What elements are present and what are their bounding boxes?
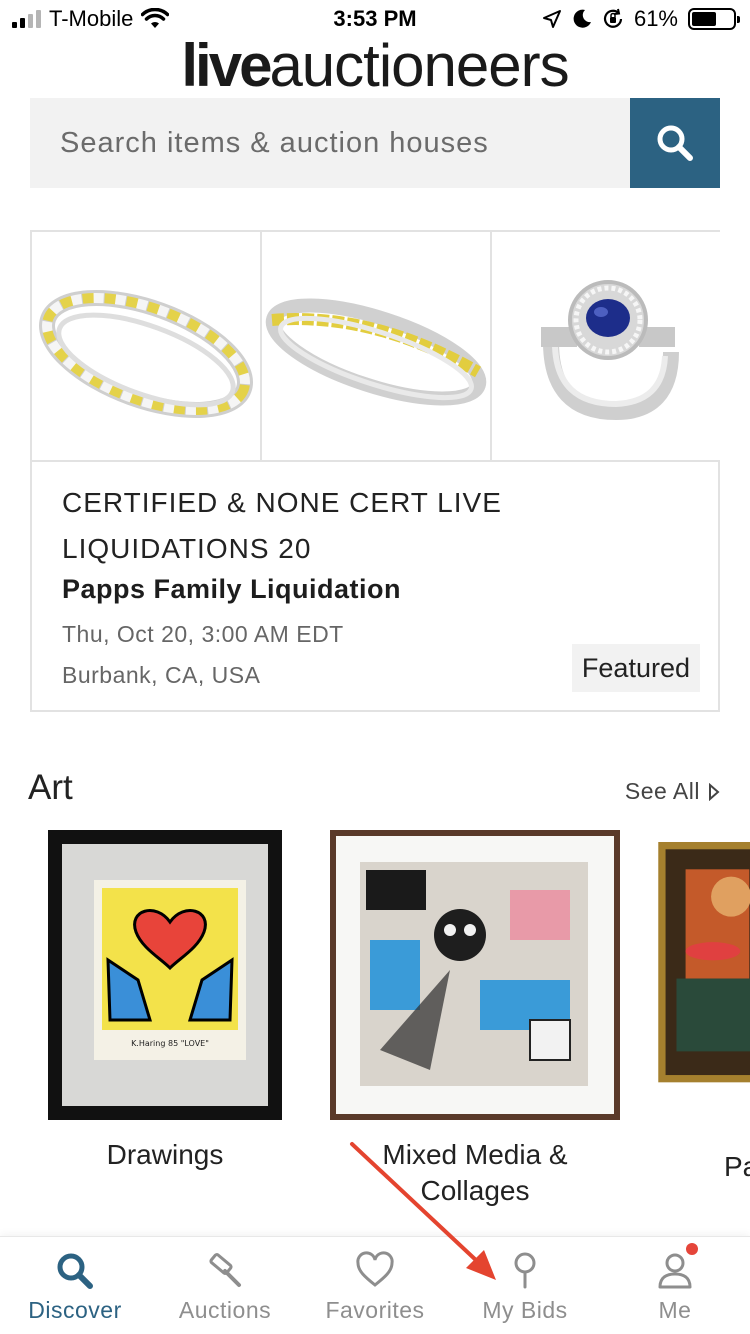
nav-item-me[interactable]: Me bbox=[600, 1237, 750, 1334]
auction-thumbnail[interactable] bbox=[492, 232, 720, 460]
nav-item-my-bids[interactable]: My Bids bbox=[450, 1237, 600, 1334]
category-card-paintings[interactable]: Pa bbox=[652, 830, 750, 1185]
auction-thumbnail[interactable] bbox=[262, 232, 492, 460]
notification-dot bbox=[686, 1243, 698, 1255]
nav-label: My Bids bbox=[482, 1297, 568, 1323]
auction-thumbnail[interactable] bbox=[32, 232, 262, 460]
search-bar bbox=[30, 98, 720, 188]
battery-percent: 61% bbox=[633, 6, 678, 31]
paddle-icon bbox=[514, 1252, 536, 1289]
nav-label: Discover bbox=[28, 1297, 122, 1323]
app-logo[interactable]: liveauctioneers bbox=[0, 34, 750, 98]
category-card-mixed-media[interactable]: Mixed Media & Collages bbox=[330, 830, 620, 1209]
moon-icon bbox=[573, 9, 591, 28]
auction-title-line-2: LIQUIDATIONS 20 bbox=[62, 533, 312, 564]
rotation-lock-icon bbox=[603, 8, 623, 28]
nav-item-favorites[interactable]: Favorites bbox=[300, 1237, 450, 1334]
category-label: Mixed Media & Collages bbox=[330, 1137, 620, 1209]
section-title-art: Art bbox=[28, 768, 73, 807]
mixed-media-image bbox=[330, 830, 620, 1120]
svg-text:K.Haring 85 "LOVE": K.Haring 85 "LOVE" bbox=[131, 1039, 209, 1048]
auction-house-name: Papps Family Liquidation bbox=[62, 574, 402, 604]
battery-icon bbox=[688, 8, 740, 30]
category-label-line-2: Collages bbox=[420, 1175, 530, 1206]
location-icon bbox=[542, 10, 561, 28]
featured-badge: Featured bbox=[571, 644, 700, 692]
nav-label: Me bbox=[658, 1297, 692, 1323]
search-input[interactable] bbox=[30, 98, 630, 188]
heart-icon bbox=[356, 1251, 394, 1287]
nav-label: Favorites bbox=[325, 1297, 425, 1323]
search-button[interactable] bbox=[630, 98, 720, 188]
drawings-image: K.Haring 85 "LOVE" bbox=[48, 830, 282, 1120]
see-all-link[interactable]: See All bbox=[625, 778, 720, 805]
see-all-label: See All bbox=[624, 778, 700, 804]
category-label-line-1: Mixed Media & bbox=[382, 1139, 568, 1170]
category-label: Pa bbox=[724, 1151, 750, 1182]
search-icon bbox=[657, 125, 693, 161]
category-label: Drawings bbox=[106, 1139, 224, 1170]
logo-bold-text: live bbox=[181, 32, 272, 99]
sapphire-halo-ring bbox=[541, 280, 679, 421]
chevron-right-icon bbox=[709, 782, 720, 801]
yellow-diamond-band-ring bbox=[265, 298, 487, 406]
nav-item-discover[interactable]: Discover bbox=[0, 1237, 150, 1334]
logo-light-text: auctioneers bbox=[269, 32, 569, 99]
category-card-drawings[interactable]: K.Haring 85 "LOVE" Drawings bbox=[48, 830, 282, 1173]
yellow-white-diamond-eternity-ring bbox=[39, 290, 253, 418]
gavel-icon bbox=[209, 1253, 241, 1287]
user-icon bbox=[658, 1253, 692, 1289]
auction-title-line-1: CERTIFIED & NONE CERT LIVE bbox=[62, 487, 502, 518]
featured-auction-card[interactable]: CERTIFIED & NONE CERT LIVE LIQUIDATIONS … bbox=[30, 230, 720, 712]
nav-item-auctions[interactable]: Auctions bbox=[150, 1237, 300, 1334]
status-right: 61% bbox=[542, 6, 740, 32]
search-icon bbox=[57, 1253, 93, 1289]
auction-thumbnails bbox=[32, 232, 720, 462]
nav-label: Auctions bbox=[178, 1297, 272, 1323]
paintings-image bbox=[658, 842, 750, 1083]
bottom-nav: Discover Auctions Favorites My Bids Me bbox=[0, 1236, 750, 1334]
